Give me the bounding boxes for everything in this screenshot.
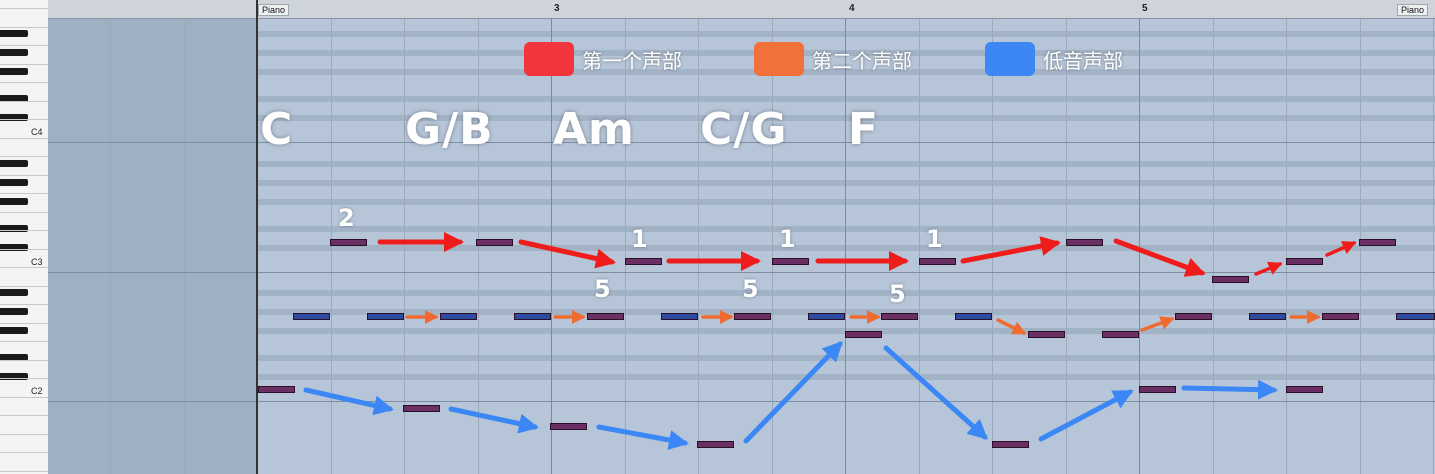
chord-am: Am [553, 104, 635, 155]
legend-bass: 低音声部 [985, 42, 1123, 76]
red-voice-arrow [1254, 261, 1283, 276]
blue-voice-arrow [1181, 379, 1278, 400]
degree-middle-1: 5 [594, 275, 611, 303]
legend-swatch-red [524, 42, 574, 76]
blue-voice-arrow [1038, 389, 1134, 442]
legend-label-bass: 低音声部 [1043, 48, 1123, 73]
legend-label-voice-2: 第二个声部 [812, 48, 912, 73]
voice-arrows [303, 232, 1357, 450]
degree-upper-2: 1 [631, 225, 648, 253]
blue-voice-arrow [303, 387, 394, 416]
legend-voice-2: 第二个声部 [754, 42, 912, 76]
blue-voice-arrow [448, 406, 539, 434]
legend-voice-1: 第一个声部 [524, 42, 682, 76]
degree-upper-3: 1 [779, 225, 796, 253]
chord-c-over-g: C/G [700, 104, 788, 155]
chord-f: F [848, 104, 880, 155]
orange-voice-arrow [996, 318, 1027, 335]
red-voice-arrow [1325, 241, 1357, 257]
degree-middle-3: 5 [889, 280, 906, 308]
red-voice-arrow [518, 239, 616, 269]
blue-voice-arrow [743, 341, 843, 444]
red-voice-arrow [960, 236, 1061, 264]
chord-c: C [260, 104, 294, 155]
legend-swatch-orange [754, 42, 804, 76]
piano-roll-editor: C4 C3 C2 Piano 3 4 5 Piano 第一个声部 第二个声部 低音声… [0, 0, 1435, 474]
degree-middle-2: 5 [742, 275, 759, 303]
chord-g-over-b: G/B [405, 104, 494, 155]
legend-label-voice-1: 第一个声部 [582, 48, 682, 73]
blue-voice-arrow [883, 345, 988, 440]
orange-voice-arrow [1140, 316, 1175, 332]
degree-upper-1: 2 [338, 204, 355, 232]
degree-upper-4: 1 [926, 225, 943, 253]
legend-swatch-blue [985, 42, 1035, 76]
red-voice-arrow [1113, 238, 1206, 277]
blue-voice-arrow [596, 424, 689, 450]
